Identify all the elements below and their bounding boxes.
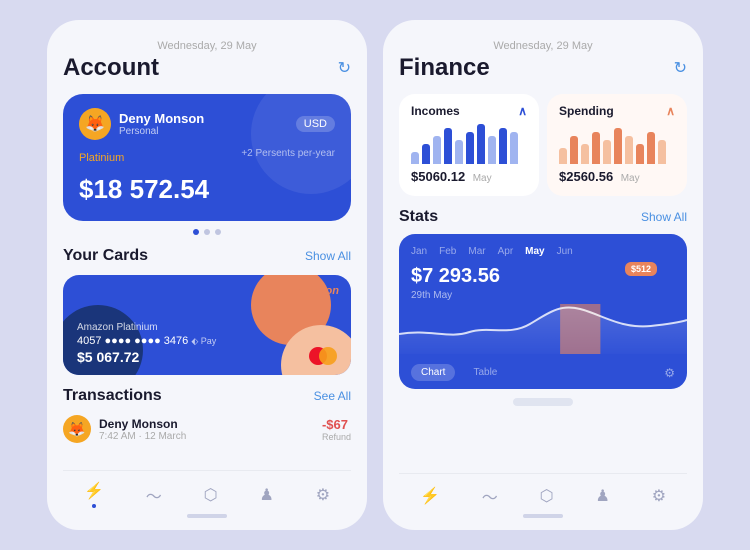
account-user-name: Deny Monson <box>119 111 204 126</box>
transaction-item: 🦊 Deny Monson 7:42 AM · 12 March -$67 Re… <box>63 415 351 443</box>
spending-title: Spending ∧ <box>559 104 675 118</box>
amazon-logo: amazon <box>298 285 339 297</box>
right-refresh-icon[interactable]: ↻ <box>674 58 687 78</box>
right-nav-flash[interactable]: ⚡ <box>420 486 440 506</box>
month-jun[interactable]: Jun <box>557 246 573 257</box>
account-card: 🦊 Deny Monson Personal USD Platinium +2 … <box>63 94 351 221</box>
stats-months: Jan Feb Mar Apr May Jun <box>411 246 675 257</box>
refresh-icon[interactable]: ↻ <box>338 58 351 78</box>
right-page-title: Finance <box>399 54 490 82</box>
tx-time: 7:42 AM · 12 March <box>99 431 186 442</box>
chart-bottom-row: Chart Table ⚙ <box>411 364 675 381</box>
stats-header: Stats Show All <box>399 208 687 226</box>
stats-card: Jan Feb Mar Apr May Jun $7 293.56 29th M… <box>399 234 687 389</box>
stats-show-all[interactable]: Show All <box>641 210 687 224</box>
month-feb[interactable]: Feb <box>439 246 456 257</box>
card-tier: Platinium <box>79 152 124 164</box>
scroll-bar <box>187 514 227 518</box>
month-may[interactable]: May <box>525 246 544 257</box>
nav-settings[interactable]: ⚙ <box>316 485 330 505</box>
credit-card-info: Amazon Platinium 4057 ●●●● ●●●● 3476 ⬖ P… <box>77 322 216 365</box>
right-nav-settings[interactable]: ⚙ <box>652 486 666 506</box>
dot-2[interactable] <box>204 229 210 235</box>
spending-trend-icon: ∧ <box>666 104 675 118</box>
month-mar[interactable]: Mar <box>468 246 485 257</box>
card-label: Amazon Platinium <box>77 322 216 333</box>
nav-flash[interactable]: ⚡ <box>84 481 104 508</box>
chart-settings-icon[interactable]: ⚙ <box>664 366 675 380</box>
spending-amount: $2560.56 <box>559 169 613 184</box>
left-bottom-nav: ⚡ 〜 ⬡ ♟ ⚙ <box>63 470 351 508</box>
right-nav-activity[interactable]: 〜 <box>482 484 498 508</box>
card-percent: +2 Persents per-year <box>241 148 335 159</box>
month-apr[interactable]: Apr <box>498 246 514 257</box>
your-cards-header: Your Cards Show All <box>63 247 351 265</box>
income-card: Incomes ∧ $5060.12 May <box>399 94 539 196</box>
month-jan[interactable]: Jan <box>411 246 427 257</box>
right-scroll-bar <box>523 514 563 518</box>
spending-bars <box>559 124 675 164</box>
apple-pay-label: ⬖ Pay <box>191 336 216 346</box>
card-number: 4057 ●●●● ●●●● 3476 ⬖ Pay <box>77 335 216 347</box>
right-nav-box[interactable]: ⬡ <box>540 486 554 506</box>
right-phone: Wednesday, 29 May Finance ↻ Incomes ∧ <box>383 20 703 530</box>
nav-box[interactable]: ⬡ <box>204 485 218 505</box>
income-month: May <box>473 173 492 184</box>
mastercard-icon <box>309 347 337 365</box>
carousel-dots <box>63 229 351 235</box>
spending-label: Spending <box>559 104 614 118</box>
table-tab[interactable]: Table <box>463 364 507 381</box>
tx-name: Deny Monson <box>99 417 186 431</box>
stats-title: Stats <box>399 208 438 226</box>
dot-3[interactable] <box>215 229 221 235</box>
left-date: Wednesday, 29 May <box>63 40 351 52</box>
right-nav-person[interactable]: ♟ <box>595 486 609 506</box>
income-title: Incomes ∧ <box>411 104 527 118</box>
nav-person[interactable]: ♟ <box>259 485 273 505</box>
income-trend-icon: ∧ <box>518 104 527 118</box>
right-date: Wednesday, 29 May <box>399 40 687 52</box>
left-phone: Wednesday, 29 May Account ↻ 🦊 Deny Monso… <box>47 20 367 530</box>
currency-badge: USD <box>296 116 335 132</box>
spending-month: May <box>621 173 640 184</box>
transactions-header: Transactions See All <box>63 387 351 405</box>
wave-chart <box>399 284 687 359</box>
see-all-link[interactable]: See All <box>314 389 351 403</box>
tx-avatar: 🦊 <box>63 415 91 443</box>
account-balance: $18 572.54 <box>79 174 335 205</box>
spending-card: Spending ∧ $2560.56 May <box>547 94 687 196</box>
card-amount: $5 067.72 <box>77 349 216 365</box>
nav-activity[interactable]: 〜 <box>146 483 162 507</box>
income-amount: $5060.12 <box>411 169 465 184</box>
transactions-title: Transactions <box>63 387 162 405</box>
your-cards-show-all[interactable]: Show All <box>305 249 351 263</box>
tx-amount: -$67 <box>322 417 351 432</box>
left-page-title: Account <box>63 54 159 82</box>
account-avatar: 🦊 <box>79 108 111 140</box>
income-bars <box>411 124 527 164</box>
income-label: Incomes <box>411 104 460 118</box>
stats-scroll-bar <box>513 398 573 406</box>
account-user-type: Personal <box>119 126 204 137</box>
right-bottom-nav: ⚡ 〜 ⬡ ♟ ⚙ <box>399 473 687 508</box>
credit-card[interactable]: amazon Amazon Platinium 4057 ●●●● ●●●● 3… <box>63 275 351 375</box>
mc-yellow <box>319 347 337 365</box>
chart-tab[interactable]: Chart <box>411 364 455 381</box>
stats-tooltip: $512 <box>625 262 657 276</box>
your-cards-title: Your Cards <box>63 247 148 265</box>
tx-tag: Refund <box>322 432 351 442</box>
dot-1[interactable] <box>193 229 199 235</box>
finance-section: Incomes ∧ $5060.12 May <box>399 94 687 196</box>
